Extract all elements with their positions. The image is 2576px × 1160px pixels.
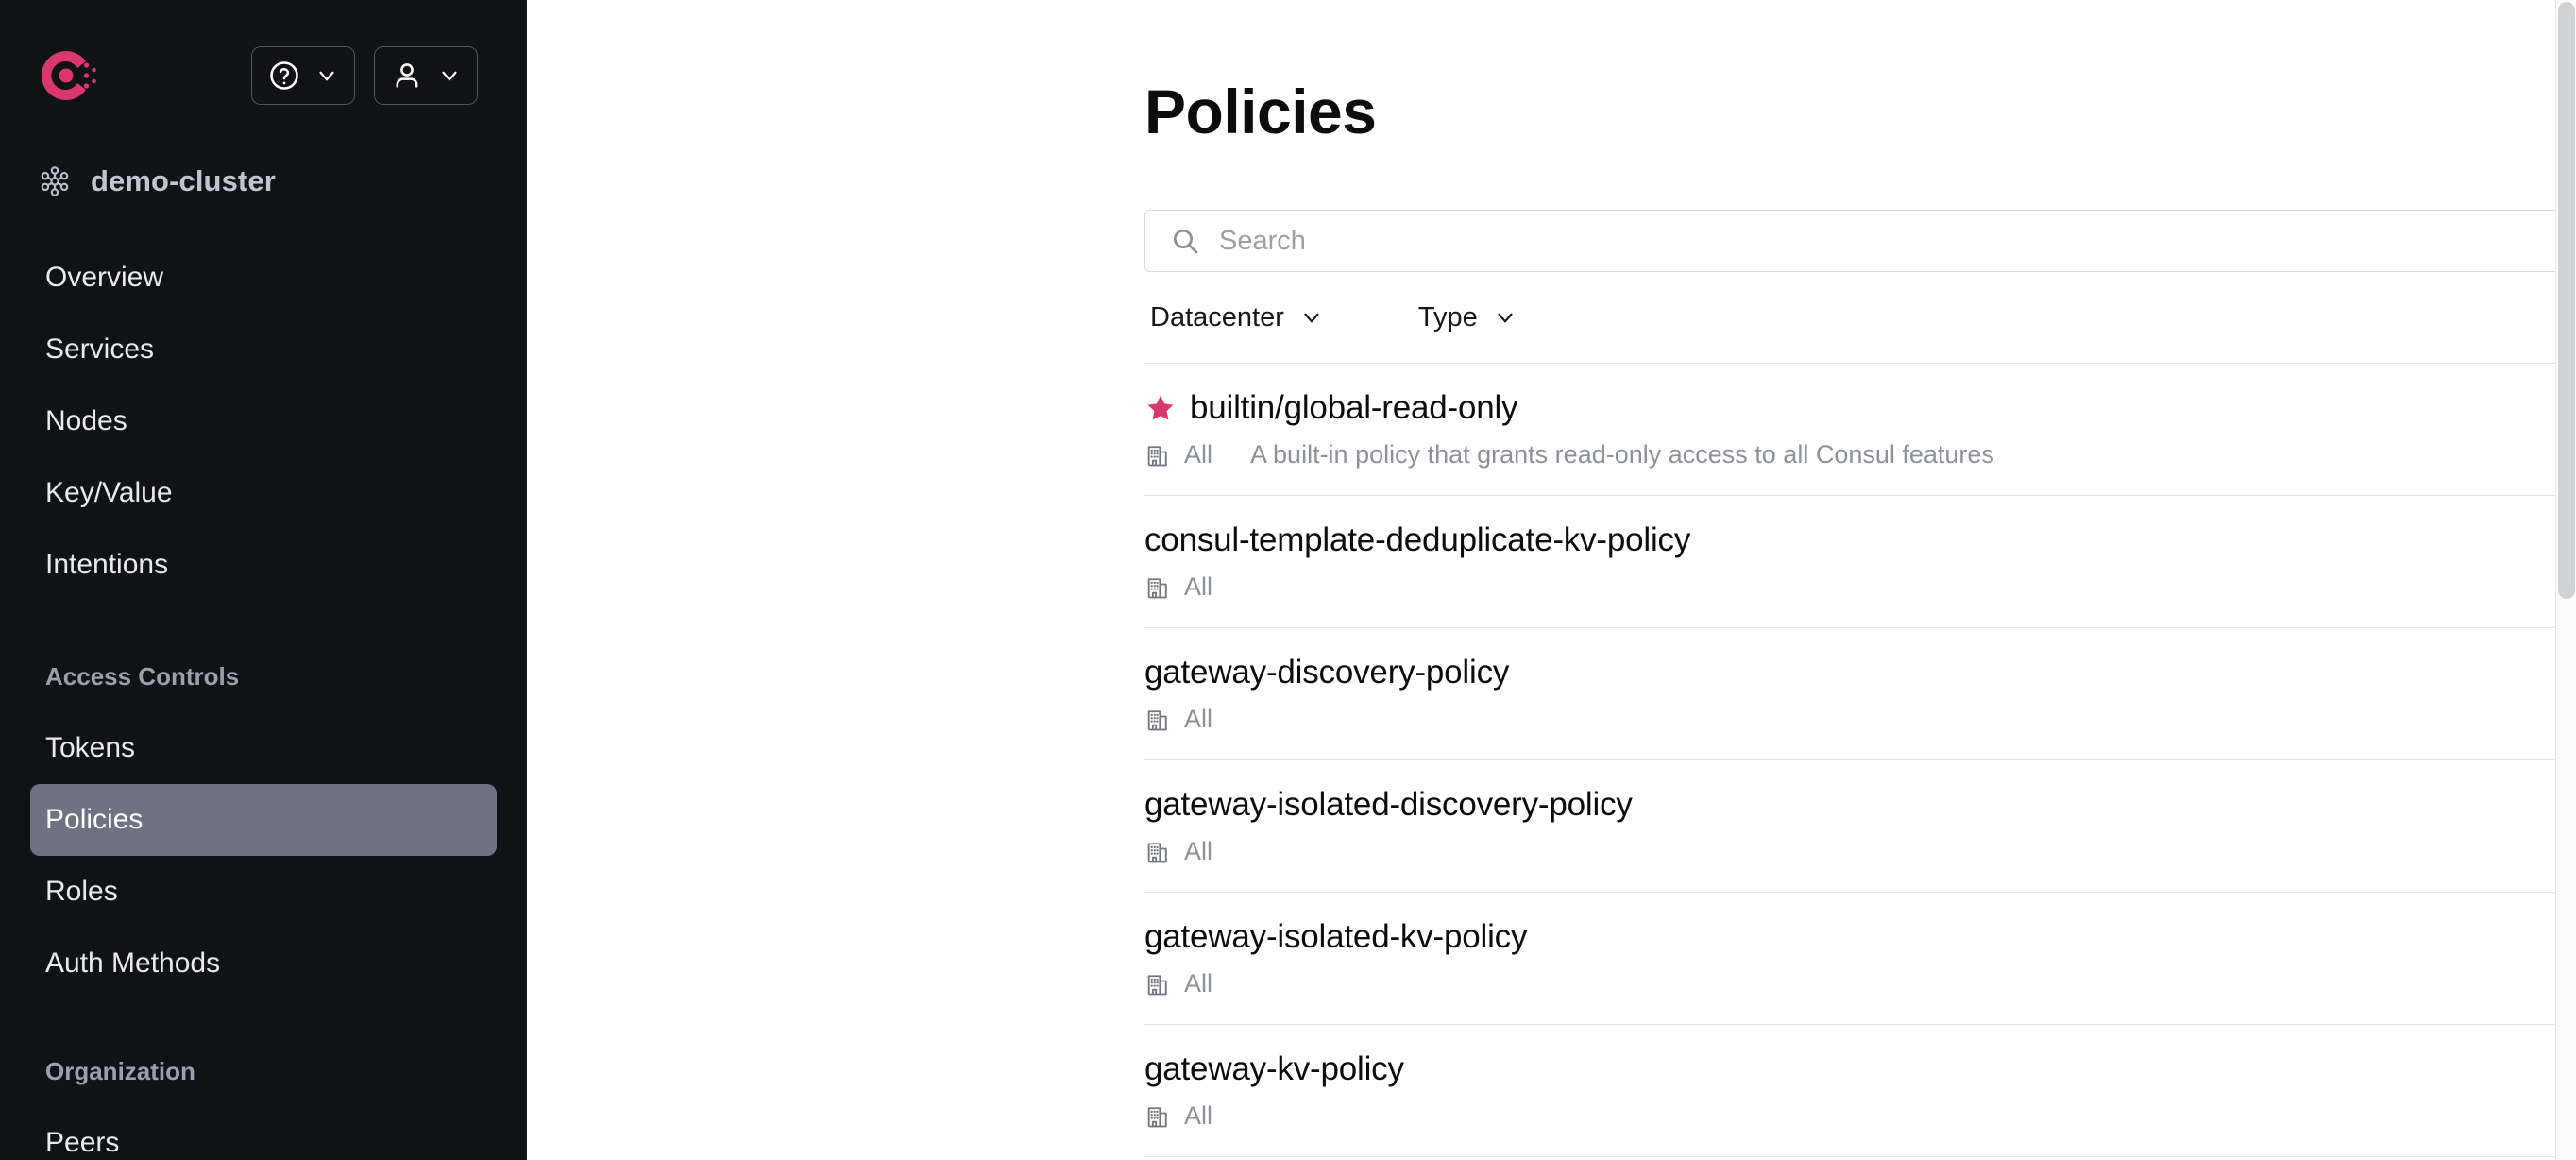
sidebar-item-overview[interactable]: Overview [30, 242, 497, 314]
sidebar: demo-cluster Overview Services Nodes Key… [0, 0, 527, 1160]
policy-list: builtin/global-read-only All A built-in … [1144, 363, 2576, 1157]
cluster-name: demo-cluster [91, 164, 276, 197]
policy-meta: All [1144, 1101, 1404, 1131]
policy-meta: All [1144, 837, 1633, 866]
help-menu-button[interactable] [251, 46, 355, 105]
primary-navigation: Overview Services Nodes Key/Value Intent… [0, 242, 527, 1160]
sidebar-item-nodes[interactable]: Nodes [30, 385, 497, 457]
page-scrollbar-thumb[interactable] [2558, 2, 2575, 599]
chevron-down-icon [1299, 305, 1324, 330]
sidebar-item-roles[interactable]: Roles [30, 856, 497, 928]
search-icon [1170, 226, 1200, 256]
policy-row-content: gateway-discovery-policy All [1144, 654, 1509, 734]
page-title: Policies [1144, 77, 1377, 146]
consul-logo-icon[interactable] [38, 45, 98, 106]
type-filter[interactable]: Type [1418, 302, 1517, 333]
policy-title-line: gateway-isolated-kv-policy [1144, 918, 1527, 956]
policy-name: gateway-kv-policy [1144, 1050, 1404, 1087]
sidebar-item-services[interactable]: Services [30, 314, 497, 385]
policy-datacenter: All [1184, 572, 1213, 601]
sidebar-item-auth-methods[interactable]: Auth Methods [30, 928, 497, 999]
policy-datacenter: All [1184, 705, 1213, 733]
search-field[interactable] [1145, 211, 2576, 271]
datacenter-filter[interactable]: Datacenter [1150, 302, 1324, 333]
policy-row-content: gateway-isolated-kv-policy All [1144, 918, 1527, 998]
policy-title-line: gateway-kv-policy [1144, 1050, 1404, 1088]
table-row[interactable]: gateway-discovery-policy All [1144, 628, 2576, 760]
policy-title-line: gateway-discovery-policy [1144, 654, 1509, 691]
help-circle-icon [267, 59, 301, 93]
datacenter-filter-label: Datacenter [1150, 301, 1284, 333]
user-menu-button[interactable] [374, 46, 478, 105]
policy-row-content: builtin/global-read-only All A built-in … [1144, 389, 1994, 469]
policy-meta: All A built-in policy that grants read-o… [1144, 440, 1994, 469]
search-bar: Search Across [1144, 210, 2576, 272]
chevron-down-icon [1493, 305, 1517, 330]
policy-datacenter: All [1184, 837, 1213, 865]
policy-title-line: builtin/global-read-only [1144, 389, 1994, 427]
user-icon [390, 59, 424, 93]
building-icon [1144, 1103, 1171, 1130]
policy-name: builtin/global-read-only [1190, 389, 1518, 426]
building-icon [1144, 971, 1171, 998]
building-icon [1144, 574, 1171, 601]
policy-title-line: consul-template-deduplicate-kv-policy [1144, 521, 1690, 559]
building-icon [1144, 707, 1171, 733]
policy-name: consul-template-deduplicate-kv-policy [1144, 521, 1691, 558]
table-row[interactable]: gateway-isolated-discovery-policy All [1144, 760, 2576, 893]
search-input[interactable] [1219, 225, 2576, 257]
policy-meta: All [1144, 969, 1527, 998]
app-root: demo-cluster Overview Services Nodes Key… [0, 0, 2576, 1160]
page-scrollbar[interactable] [2555, 0, 2576, 1160]
table-row[interactable]: gateway-isolated-kv-policy All [1144, 893, 2576, 1025]
policy-name: gateway-discovery-policy [1144, 654, 1510, 691]
top-button-group [251, 46, 478, 105]
policy-meta: All [1144, 705, 1509, 734]
chevron-down-icon [437, 63, 462, 88]
main-inner: Policies Create Search Across [527, 0, 2576, 1157]
policy-row-content: gateway-isolated-discovery-policy All [1144, 786, 1633, 866]
policy-name: gateway-isolated-discovery-policy [1144, 786, 1633, 823]
policy-description: A built-in policy that grants read-only … [1250, 440, 1994, 469]
policy-datacenter: All [1184, 1101, 1213, 1130]
sidebar-item-tokens[interactable]: Tokens [30, 712, 497, 784]
sidebar-top-bar [0, 0, 527, 151]
chevron-down-icon [314, 63, 339, 88]
type-filter-label: Type [1417, 301, 1478, 333]
policy-datacenter: All [1184, 969, 1213, 998]
sidebar-section-organization: Organization [45, 1057, 195, 1085]
building-icon [1144, 442, 1171, 469]
policy-meta: All [1144, 572, 1690, 602]
policy-title-line: gateway-isolated-discovery-policy [1144, 786, 1633, 824]
sidebar-item-peers[interactable]: Peers [30, 1107, 497, 1160]
policy-row-content: consul-template-deduplicate-kv-policy Al… [1144, 521, 1690, 602]
main-content: Policies Create Search Across [527, 0, 2576, 1160]
table-row[interactable]: gateway-kv-policy All [1144, 1025, 2576, 1157]
sidebar-section-access-controls: Access Controls [45, 662, 240, 691]
star-icon [1144, 392, 1177, 424]
table-row[interactable]: consul-template-deduplicate-kv-policy Al… [1144, 496, 2576, 628]
sidebar-item-key-value[interactable]: Key/Value [30, 457, 497, 529]
page-header: Policies Create [1144, 0, 2576, 210]
cluster-selector[interactable]: demo-cluster [0, 151, 527, 212]
table-row[interactable]: builtin/global-read-only All A built-in … [1144, 364, 2576, 496]
policy-datacenter: All [1184, 440, 1213, 469]
policy-name: gateway-isolated-kv-policy [1144, 918, 1528, 955]
sidebar-item-policies[interactable]: Policies [30, 784, 497, 856]
sidebar-item-intentions[interactable]: Intentions [30, 529, 497, 601]
building-icon [1144, 839, 1171, 865]
cluster-icon [38, 164, 72, 198]
filter-row: Datacenter Type [1144, 272, 2576, 363]
policy-row-content: gateway-kv-policy All [1144, 1050, 1404, 1131]
